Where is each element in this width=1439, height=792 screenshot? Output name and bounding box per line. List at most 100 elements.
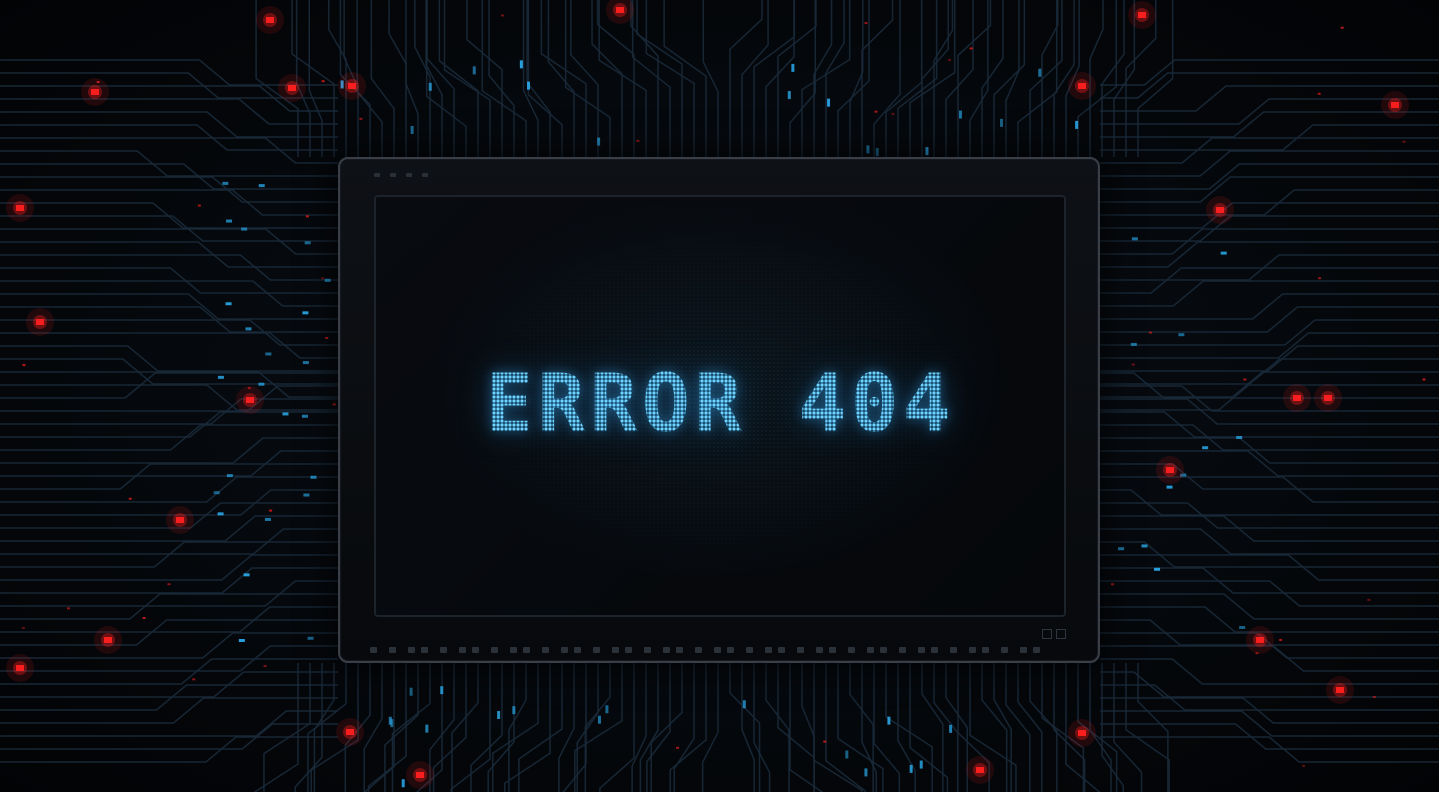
circuit-trace (308, 0, 323, 157)
frame-strip-segment (663, 647, 670, 653)
circuit-trace (1029, 663, 1058, 792)
frame-strip-segment (829, 647, 836, 653)
frame-strip-segment (695, 647, 702, 653)
circuit-trace (993, 663, 1012, 792)
circuit-light-cyan (827, 98, 831, 107)
circuit-trace (570, 0, 599, 157)
circuit-light-cyan (1118, 547, 1125, 551)
circuit-light-red (348, 83, 356, 89)
circuit-light-red (891, 112, 895, 115)
frame-strip-segment (969, 647, 976, 653)
circuit-trace (729, 0, 763, 157)
circuit-trace (630, 0, 659, 157)
circuit-light-cyan (1202, 446, 1209, 450)
circuit-trace (313, 663, 335, 792)
frame-strip-segment (918, 647, 925, 653)
circuit-light-red (192, 678, 196, 681)
circuit-light-red (332, 403, 336, 406)
circuit-light-cyan (866, 145, 870, 154)
circuit-light-cyan (958, 110, 962, 119)
circuit-light-cyan (512, 706, 516, 715)
circuit-trace (1041, 0, 1059, 157)
circuit-light-red (1402, 140, 1406, 143)
circuit-light-cyan (1130, 342, 1137, 346)
circuit-light-cyan (605, 705, 609, 714)
circuit-light-cyan (390, 719, 394, 728)
frame-strip-segment (778, 647, 785, 653)
circuit-light-red (66, 607, 70, 610)
circuit-trace (753, 663, 771, 792)
frame-strip-segment (727, 647, 734, 653)
circuit-trace (492, 663, 539, 792)
circuit-trace (825, 0, 845, 157)
display-screen: ERROR 404 ERROR 404 (374, 195, 1066, 617)
circuit-light-red (1302, 764, 1306, 767)
circuit-light-red (416, 772, 424, 778)
circuit-light-cyan (258, 184, 265, 188)
circuit-light-red (16, 665, 24, 671)
frame-strip-segment (765, 647, 772, 653)
circuit-light-cyan (1131, 237, 1138, 241)
circuit-light-cyan (1141, 544, 1148, 548)
circuit-light-cyan (949, 724, 953, 733)
circuit-light-red (948, 58, 952, 61)
frame-strip-segment (574, 647, 581, 653)
frame-strip-segment (561, 647, 568, 653)
circuit-light-red (16, 205, 24, 211)
frame-strip-segment (950, 647, 957, 653)
circuit-light-cyan (1239, 625, 1246, 629)
circuit-light-cyan (245, 327, 252, 331)
frame-strip-segment (797, 647, 804, 653)
circuit-trace (599, 663, 635, 792)
circuit-light-red (359, 117, 363, 120)
circuit-light-cyan (241, 227, 248, 231)
circuit-light-cyan (258, 382, 265, 386)
circuit-light-cyan (1220, 251, 1227, 255)
circuit-light-red (1243, 378, 1247, 381)
frame-strip-segment (440, 647, 447, 653)
circuit-light-cyan (597, 137, 601, 146)
circuit-light-red (1372, 696, 1376, 699)
circuit-light-cyan (226, 219, 233, 223)
circuit-light-cyan (213, 491, 220, 495)
circuit-light-cyan (864, 768, 868, 777)
error-page: ERROR 404 ERROR 404 (0, 0, 1439, 792)
circuit-light-red (91, 89, 99, 95)
circuit-trace (741, 663, 755, 792)
circuit-light-red (346, 729, 354, 735)
circuit-trace (921, 0, 949, 157)
circuit-trace (564, 0, 611, 157)
circuit-light-red (246, 397, 254, 403)
circuit-light-cyan (909, 764, 913, 773)
circuit-light-red (823, 740, 827, 743)
circuit-light-cyan (925, 147, 929, 156)
frame-strip-segment (370, 647, 377, 653)
circuit-light-cyan (310, 475, 317, 479)
circuit-light-red (22, 364, 26, 367)
circuit-light-red (142, 616, 146, 619)
circuit-light-red (269, 509, 273, 512)
circuit-light-red (167, 583, 171, 586)
frame-strip-segment (644, 647, 651, 653)
frame-strip-segment (899, 647, 906, 653)
circuit-light-red (1279, 638, 1283, 641)
circuit-light-cyan (791, 63, 795, 72)
circuit-light-cyan (302, 361, 309, 365)
circuit-light-red (325, 337, 329, 340)
circuit-trace (363, 663, 383, 792)
circuit-light-red (1336, 687, 1344, 693)
circuit-trace (993, 0, 1026, 157)
circuit-light-red (247, 387, 251, 390)
circuit-light-red (636, 139, 640, 142)
circuit-light-red (263, 665, 267, 668)
circuit-light-red (21, 626, 25, 629)
circuit-trace (388, 0, 407, 157)
circuit-light-red (1317, 92, 1321, 95)
circuit-light-red (1138, 12, 1146, 18)
frame-strip-segment (714, 647, 721, 653)
circuit-light-red (305, 215, 309, 218)
circuit-trace (825, 663, 866, 792)
circuit-light-cyan (410, 125, 414, 134)
circuit-light-red (676, 746, 680, 749)
circuit-light-cyan (225, 302, 232, 306)
